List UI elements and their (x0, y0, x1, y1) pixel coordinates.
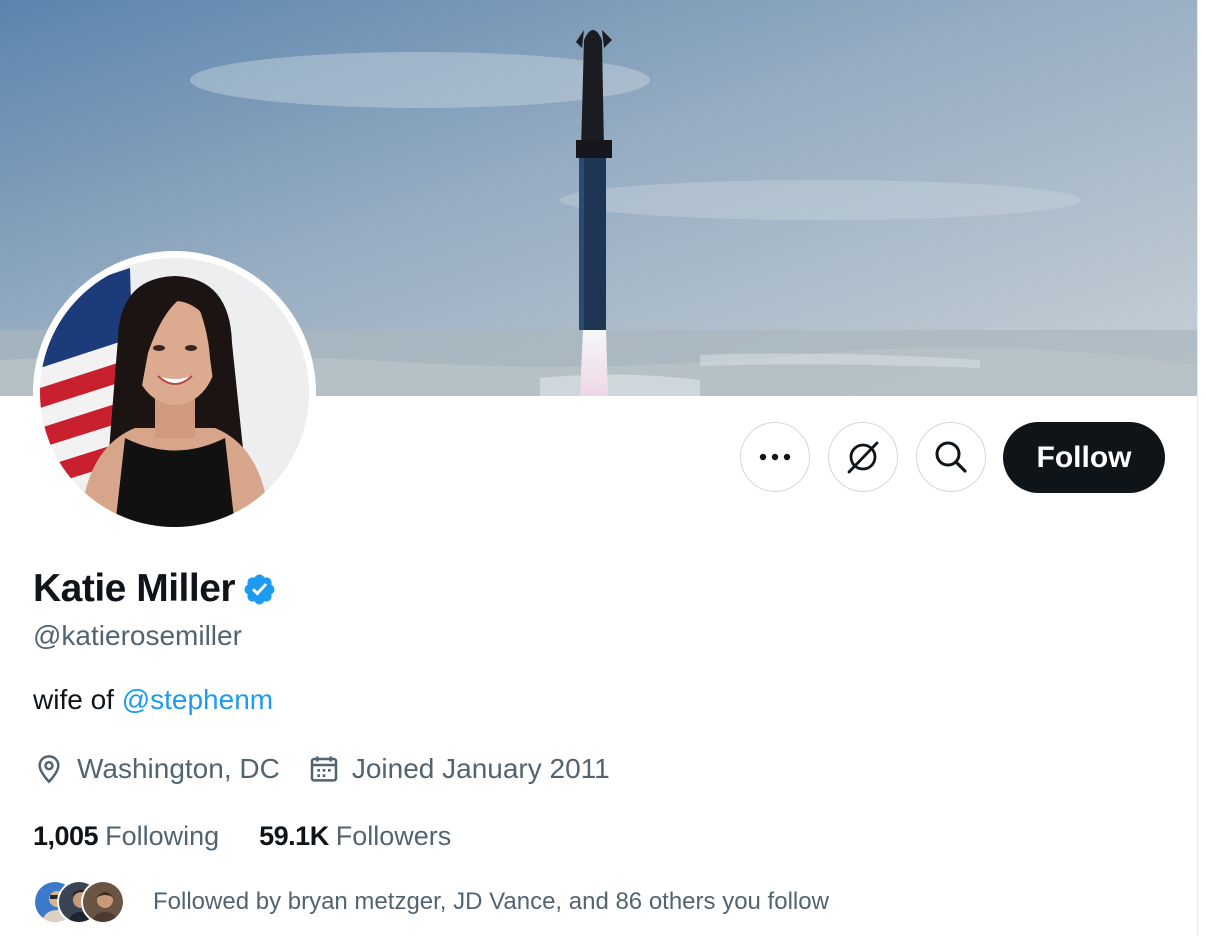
following-label: Following (105, 820, 220, 851)
search-icon (935, 441, 967, 473)
grok-button[interactable] (828, 422, 898, 492)
profile-stats: 1,005 Following 59.1K Followers (33, 818, 451, 854)
followers-link[interactable]: 59.1K Followers (259, 821, 451, 852)
grok-icon (847, 441, 879, 474)
profile-bio: wife of @stephenm (33, 684, 273, 716)
follower-avatar (81, 880, 125, 924)
following-link[interactable]: 1,005 Following (33, 821, 219, 852)
search-button[interactable] (916, 422, 986, 492)
name-row: Katie Miller (33, 566, 277, 612)
follower-avatar-image (83, 882, 123, 922)
location-item: Washington, DC (33, 753, 280, 785)
follow-button[interactable]: Follow (1003, 422, 1165, 493)
joined-text: Joined January 2011 (351, 753, 610, 784)
location-text: Washington, DC (77, 753, 280, 784)
more-button[interactable] (740, 422, 810, 492)
following-count: 1,005 (33, 820, 99, 851)
column-divider (1197, 0, 1198, 936)
followed-by-text: Followed by bryan metzger, JD Vance, and… (153, 888, 829, 915)
profile-handle: @katierosemiller (33, 620, 242, 651)
followers-count: 59.1K (259, 820, 329, 851)
avatar[interactable] (40, 258, 309, 527)
followers-label: Followers (335, 820, 452, 851)
avatar-image (40, 258, 309, 527)
profile-meta: Washington, DC Joined January 2011 (33, 750, 610, 788)
more-horizontal-icon (759, 453, 791, 461)
calendar-icon (310, 756, 338, 782)
followed-by-row[interactable]: Followed by bryan metzger, JD Vance, and… (33, 878, 829, 926)
bio-mention-link[interactable]: @stephenm (122, 684, 273, 715)
verified-badge-icon[interactable] (242, 572, 277, 607)
joined-item: Joined January 2011 (308, 753, 610, 785)
profile-page: Follow Katie Miller @katierosemiller wif… (0, 0, 1206, 936)
bio-text: wife of (33, 684, 122, 715)
display-name: Katie Miller (33, 567, 236, 610)
location-pin-icon (38, 755, 60, 784)
